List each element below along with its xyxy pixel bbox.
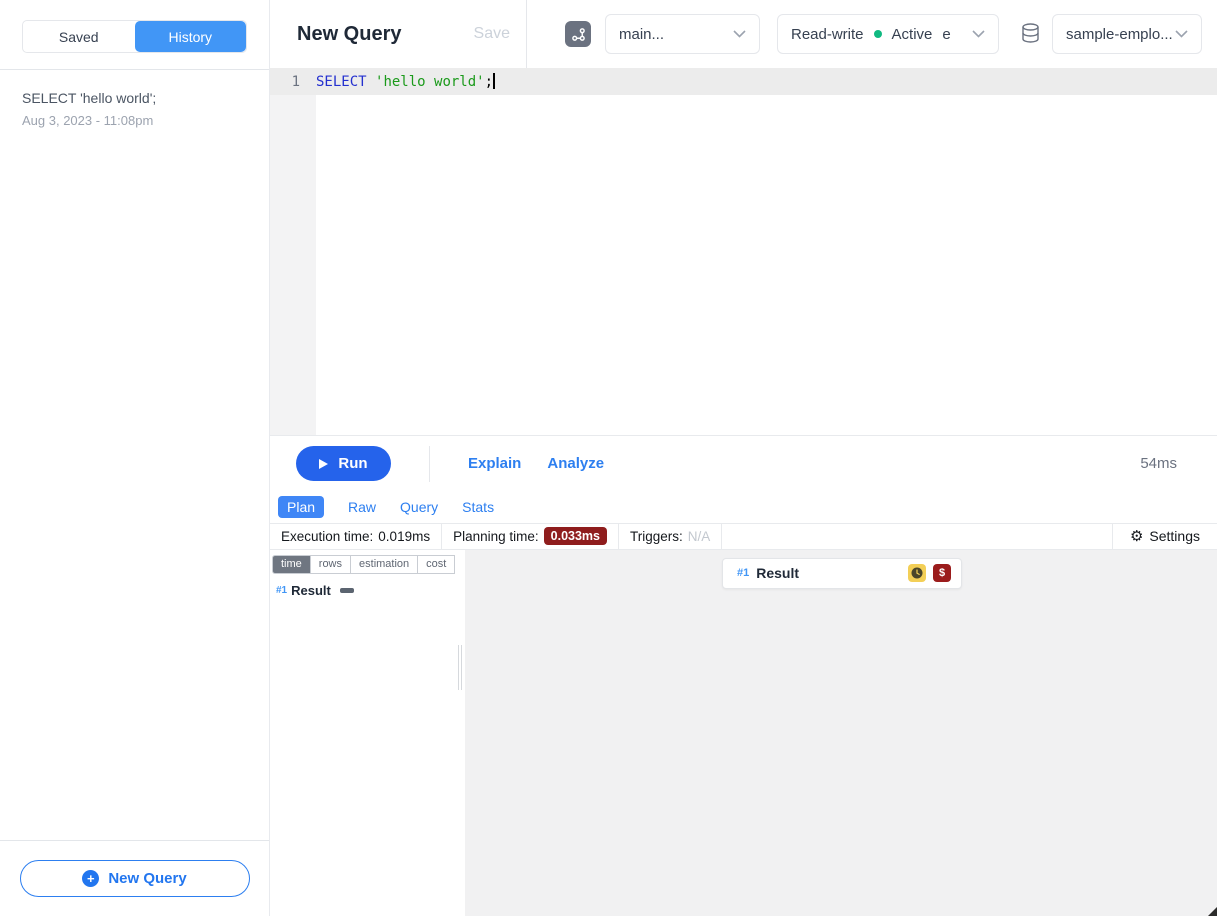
editor-gutter — [270, 95, 316, 435]
dollar-icon: $ — [933, 564, 951, 582]
panel-splitter[interactable] — [455, 550, 465, 916]
stats-bar: Execution time: 0.019ms Planning time: 0… — [270, 523, 1217, 550]
node-badges: $ — [908, 564, 951, 582]
gear-icon: ⚙ — [1130, 529, 1143, 544]
plan-tree-node[interactable]: #1 Result — [272, 583, 455, 598]
save-button[interactable]: Save — [474, 25, 510, 43]
triggers-stat: Triggers: N/A — [619, 524, 722, 549]
query-duration: 54ms — [1140, 455, 1177, 472]
workflow-branch-icon[interactable] — [565, 21, 591, 47]
connection-extra: e — [942, 26, 950, 43]
execution-time-value: 0.019ms — [378, 529, 430, 544]
database-icon — [1021, 23, 1040, 45]
tab-raw[interactable]: Raw — [348, 499, 376, 515]
top-bar: New Query Save main... Read-write — [270, 0, 1217, 68]
chevron-down-icon — [1175, 30, 1188, 38]
database-dropdown[interactable]: sample-emplo... — [1052, 14, 1202, 54]
connection-dropdown[interactable]: Read-write Active e — [777, 14, 999, 54]
play-icon — [319, 459, 328, 469]
tab-stats[interactable]: Stats — [462, 499, 494, 515]
node-time-bar — [340, 588, 354, 593]
new-query-button[interactable]: + New Query — [20, 860, 250, 897]
divider — [429, 446, 430, 482]
sidebar-tab-bar: Saved History — [0, 0, 269, 70]
settings-button[interactable]: ⚙ Settings — [1112, 524, 1217, 549]
connection-mode: Read-write — [791, 26, 864, 43]
history-timestamp: Aug 3, 2023 - 11:08pm — [22, 113, 247, 128]
tab-saved[interactable]: Saved — [23, 21, 135, 52]
sql-terminator: ; — [485, 74, 493, 90]
execution-time-stat: Execution time: 0.019ms — [270, 524, 442, 549]
tab-query[interactable]: Query — [400, 499, 438, 515]
tab-history[interactable]: History — [135, 21, 247, 52]
history-item[interactable]: SELECT 'hello world'; Aug 3, 2023 - 11:0… — [22, 90, 247, 128]
app-window: Saved History SELECT 'hello world'; Aug … — [0, 0, 1217, 916]
node-index: #1 — [276, 585, 287, 596]
sql-keyword: SELECT — [316, 74, 367, 90]
status-dot-icon — [874, 30, 882, 38]
clock-icon — [908, 564, 926, 582]
code-line: SELECT 'hello world'; — [316, 73, 495, 90]
settings-label: Settings — [1149, 528, 1200, 544]
metric-estimation[interactable]: estimation — [351, 556, 418, 573]
node-name: Result — [291, 583, 331, 598]
metric-rows[interactable]: rows — [311, 556, 351, 573]
plan-tree-panel: time rows estimation cost #1 Result — [270, 550, 455, 916]
node-name: Result — [756, 565, 799, 581]
sql-string: 'hello world' — [375, 74, 485, 90]
run-label: Run — [338, 455, 367, 472]
main-panel: New Query Save main... Read-write — [270, 0, 1217, 916]
saved-history-toggle: Saved History — [22, 20, 247, 53]
editor-active-line[interactable]: 1 SELECT 'hello world'; — [270, 68, 1217, 95]
editor-body[interactable] — [270, 95, 1217, 435]
workspace-dropdown-value: main... — [619, 26, 664, 43]
history-list: SELECT 'hello world'; Aug 3, 2023 - 11:0… — [0, 70, 269, 840]
plan-canvas[interactable]: #1 Result $ — [465, 550, 1217, 916]
text-cursor — [493, 73, 495, 89]
connection-status: Active — [892, 26, 933, 43]
line-number: 1 — [270, 74, 316, 90]
drag-handle — [458, 645, 462, 690]
node-index: #1 — [737, 567, 749, 579]
page-title: New Query — [297, 23, 401, 46]
analyze-button[interactable]: Analyze — [547, 455, 604, 472]
tab-plan[interactable]: Plan — [278, 496, 324, 518]
workspace-dropdown[interactable]: main... — [605, 14, 760, 54]
run-button[interactable]: Run — [296, 446, 391, 481]
plan-node-card[interactable]: #1 Result $ — [722, 558, 962, 589]
connection-toolbar: main... Read-write Active e — [527, 0, 1217, 68]
database-dropdown-value: sample-emplo... — [1066, 26, 1173, 43]
chevron-down-icon — [733, 30, 746, 38]
planning-time-stat: Planning time: 0.033ms — [442, 524, 619, 549]
sidebar-footer: + New Query — [0, 840, 269, 916]
history-query-text: SELECT 'hello world'; — [22, 90, 247, 106]
metric-cost[interactable]: cost — [418, 556, 455, 573]
run-bar: Run Explain Analyze 54ms — [270, 435, 1217, 492]
explain-button[interactable]: Explain — [468, 455, 521, 472]
triggers-value: N/A — [688, 529, 711, 544]
new-query-label: New Query — [108, 870, 186, 887]
query-header: New Query Save — [270, 0, 527, 68]
planning-time-badge: 0.033ms — [544, 527, 607, 545]
metric-time[interactable]: time — [273, 556, 311, 573]
sql-editor[interactable]: 1 SELECT 'hello world'; — [270, 68, 1217, 435]
plus-icon: + — [82, 870, 99, 887]
resize-handle[interactable] — [1208, 907, 1217, 916]
chevron-down-icon — [972, 30, 985, 38]
query-sidebar: Saved History SELECT 'hello world'; Aug … — [0, 0, 270, 916]
result-tabs: Plan Raw Query Stats — [270, 492, 1217, 523]
metric-toggle-group: time rows estimation cost — [272, 555, 455, 574]
plan-view: time rows estimation cost #1 Result #1 — [270, 550, 1217, 916]
